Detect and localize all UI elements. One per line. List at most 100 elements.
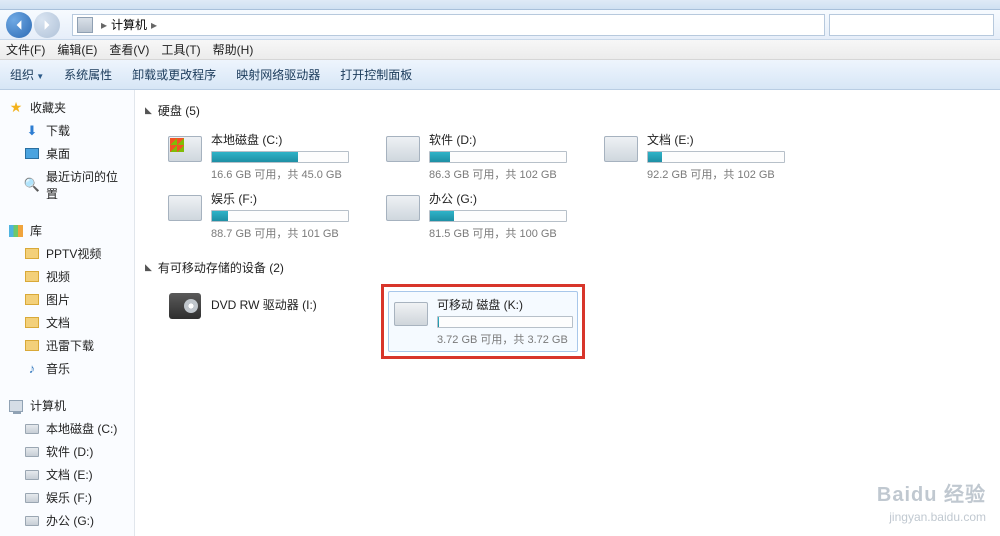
section-hard-disks[interactable]: ◣ 硬盘 (5): [145, 98, 990, 123]
expand-triangle-icon: ◣: [145, 105, 152, 116]
nav-bar: ▸ 计算机 ▸: [0, 10, 1000, 40]
drive-stat: 92.2 GB 可用，共 102 GB: [647, 166, 785, 182]
removable-drive-icon: [393, 296, 429, 332]
sidebar-item-drive-c[interactable]: 本地磁盘 (C:): [0, 417, 134, 440]
sidebar-label: 收藏夹: [30, 99, 66, 116]
forward-button[interactable]: [34, 12, 60, 38]
sidebar-item-music[interactable]: ♪ 音乐: [0, 357, 134, 380]
folder-icon: [24, 292, 40, 308]
cmd-uninstall[interactable]: 卸载或更改程序: [132, 66, 216, 83]
sidebar-item-label: 最近访问的位置: [46, 168, 126, 202]
drive-label: 娱乐 (F:): [211, 190, 349, 207]
sidebar-item-recent[interactable]: 🔍 最近访问的位置: [0, 165, 134, 205]
sidebar-item-pptv[interactable]: PPTV视频: [0, 242, 134, 265]
sidebar-item-label: 办公 (G:): [46, 512, 94, 529]
sidebar-item-label: 下载: [46, 122, 70, 139]
hdd-icon: [385, 190, 421, 226]
content-pane: ◣ 硬盘 (5) 本地磁盘 (C:) 16.6 GB 可用，共 45.0 GB …: [135, 90, 1000, 536]
hdd-icon: [167, 190, 203, 226]
capacity-bar: [429, 210, 567, 222]
hdd-icon: [24, 513, 40, 529]
command-bar: 组织 系统属性 卸载或更改程序 映射网络驱动器 打开控制面板: [0, 60, 1000, 90]
drive-stat: 3.72 GB 可用，共 3.72 GB: [437, 331, 573, 347]
sidebar-item-label: 娱乐 (F:): [46, 489, 92, 506]
address-bar[interactable]: ▸ 计算机 ▸: [72, 14, 825, 36]
drive-d[interactable]: 软件 (D:) 86.3 GB 可用，共 102 GB: [381, 127, 571, 186]
capacity-bar: [211, 210, 349, 222]
download-icon: ⬇: [24, 123, 40, 139]
section-removable[interactable]: ◣ 有可移动存储的设备 (2): [145, 255, 990, 280]
menu-view[interactable]: 查看(V): [109, 41, 149, 58]
sidebar-item-label: 软件 (D:): [46, 443, 93, 460]
menu-edit[interactable]: 编辑(E): [57, 41, 97, 58]
breadcrumb-location[interactable]: 计算机: [111, 16, 147, 33]
drive-c[interactable]: 本地磁盘 (C:) 16.6 GB 可用，共 45.0 GB: [163, 127, 353, 186]
sidebar-item-xunlei[interactable]: 迅雷下载: [0, 334, 134, 357]
drive-label: 办公 (G:): [429, 190, 567, 207]
drive-dvd[interactable]: DVD RW 驱动器 (I:): [163, 284, 353, 359]
cmd-control-panel[interactable]: 打开控制面板: [340, 66, 412, 83]
menu-help[interactable]: 帮助(H): [213, 41, 254, 58]
drive-e[interactable]: 文档 (E:) 92.2 GB 可用，共 102 GB: [599, 127, 789, 186]
drive-g[interactable]: 办公 (G:) 81.5 GB 可用，共 100 GB: [381, 186, 571, 245]
drive-stat: 16.6 GB 可用，共 45.0 GB: [211, 166, 349, 182]
drive-label: 本地磁盘 (C:): [211, 131, 349, 148]
highlight-annotation: 可移动 磁盘 (K:) 3.72 GB 可用，共 3.72 GB: [381, 284, 585, 359]
menu-bar: 文件(F) 编辑(E) 查看(V) 工具(T) 帮助(H): [0, 40, 1000, 60]
drive-stat: 88.7 GB 可用，共 101 GB: [211, 225, 349, 241]
watermark-url: jingyan.baidu.com: [877, 509, 986, 526]
computer-icon: [8, 398, 24, 414]
sidebar-libraries-header[interactable]: 库: [0, 219, 134, 242]
sidebar-item-drive-f[interactable]: 娱乐 (F:): [0, 486, 134, 509]
breadcrumb-sep: ▸: [101, 18, 107, 32]
folder-icon: [24, 269, 40, 285]
section-title: 硬盘 (5): [158, 102, 200, 119]
capacity-bar: [429, 151, 567, 163]
sidebar-item-label: 图片: [46, 291, 70, 308]
search-box[interactable]: [829, 14, 994, 36]
back-button[interactable]: [6, 12, 32, 38]
sidebar-item-label: 文档 (E:): [46, 466, 93, 483]
sidebar-item-drive-g[interactable]: 办公 (G:): [0, 509, 134, 532]
sidebar-item-desktop[interactable]: 桌面: [0, 142, 134, 165]
watermark-brand: Baidu 经验: [877, 481, 986, 509]
hdd-icon: [385, 131, 421, 167]
sidebar-item-documents[interactable]: 文档: [0, 311, 134, 334]
watermark: Baidu 经验 jingyan.baidu.com: [877, 481, 986, 526]
sidebar-label: 计算机: [30, 397, 66, 414]
folder-icon: [24, 315, 40, 331]
sidebar-label: 库: [30, 222, 42, 239]
capacity-bar: [647, 151, 785, 163]
cmd-system-props[interactable]: 系统属性: [64, 66, 112, 83]
sidebar-item-label: 迅雷下载: [46, 337, 94, 354]
sidebar-computer-header[interactable]: 计算机: [0, 394, 134, 417]
sidebar-item-label: PPTV视频: [46, 245, 101, 262]
music-icon: ♪: [24, 361, 40, 377]
drive-label: 文档 (E:): [647, 131, 785, 148]
drive-f[interactable]: 娱乐 (F:) 88.7 GB 可用，共 101 GB: [163, 186, 353, 245]
sidebar-item-drive-k[interactable]: 可移动 磁盘 (K:): [0, 532, 134, 536]
menu-file[interactable]: 文件(F): [6, 41, 45, 58]
capacity-bar: [211, 151, 349, 163]
recent-icon: 🔍: [24, 177, 40, 193]
sidebar-item-label: 音乐: [46, 360, 70, 377]
folder-icon: [24, 338, 40, 354]
sidebar-favorites-header[interactable]: ★ 收藏夹: [0, 96, 134, 119]
desktop-icon: [24, 146, 40, 162]
sidebar-item-drive-d[interactable]: 软件 (D:): [0, 440, 134, 463]
hdd-icon: [603, 131, 639, 167]
cmd-organize[interactable]: 组织: [10, 66, 44, 83]
sidebar-item-label: 本地磁盘 (C:): [46, 420, 117, 437]
drive-label: DVD RW 驱动器 (I:): [211, 296, 349, 313]
sidebar-item-downloads[interactable]: ⬇ 下载: [0, 119, 134, 142]
sidebar-item-pictures[interactable]: 图片: [0, 288, 134, 311]
hdd-icon: [24, 490, 40, 506]
computer-icon: [77, 17, 93, 33]
sidebar-item-videos[interactable]: 视频: [0, 265, 134, 288]
menu-tools[interactable]: 工具(T): [161, 41, 200, 58]
hdd-icon: [24, 444, 40, 460]
sidebar-item-drive-e[interactable]: 文档 (E:): [0, 463, 134, 486]
drive-k[interactable]: 可移动 磁盘 (K:) 3.72 GB 可用，共 3.72 GB: [388, 291, 578, 352]
cmd-map-drive[interactable]: 映射网络驱动器: [236, 66, 320, 83]
drive-stat: 86.3 GB 可用，共 102 GB: [429, 166, 567, 182]
